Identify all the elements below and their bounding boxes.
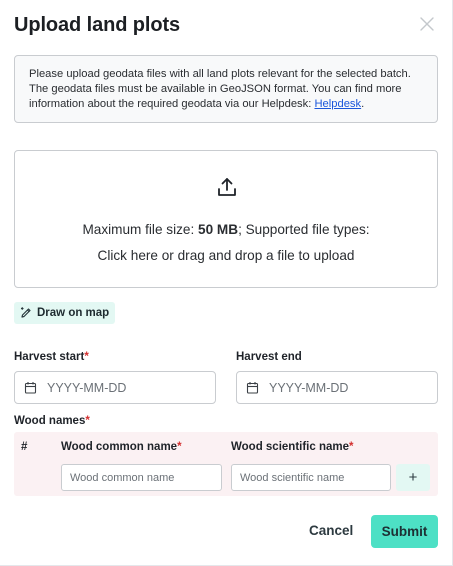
file-dropzone[interactable]: Maximum file size: 50 MB; Supported file… xyxy=(14,150,438,288)
file-requirements: Maximum file size: 50 MB; Supported file… xyxy=(82,222,370,237)
modal-title: Upload land plots xyxy=(14,14,181,36)
info-box: Please upload geodata files with all lan… xyxy=(14,55,438,123)
wood-names-label: Wood names* xyxy=(14,415,90,427)
harvest-end-input[interactable]: YYYY-MM-DD xyxy=(236,371,438,404)
column-index-header: # xyxy=(21,441,28,453)
wood-common-name-input[interactable]: Wood common name xyxy=(61,464,222,491)
column-common-name-header: Wood common name* xyxy=(61,441,182,453)
wood-scientific-name-input[interactable]: Wood scientific name xyxy=(231,464,391,491)
harvest-end-placeholder: YYYY-MM-DD xyxy=(269,380,349,395)
add-wood-name-button[interactable]: + xyxy=(396,464,430,491)
harvest-end-label: Harvest end xyxy=(236,351,302,363)
harvest-start-input[interactable]: YYYY-MM-DD xyxy=(14,371,216,404)
draw-on-map-button[interactable]: Draw on map xyxy=(14,302,116,324)
calendar-icon xyxy=(246,381,259,394)
upload-land-plots-modal: Upload land plots Please upload geodata … xyxy=(0,0,453,566)
wood-common-name-placeholder: Wood common name xyxy=(70,471,175,484)
helpdesk-link[interactable]: Helpdesk xyxy=(314,98,361,110)
close-icon[interactable] xyxy=(418,15,436,33)
wood-names-table: # Wood common name* Wood scientific name… xyxy=(14,432,438,496)
dropzone-instruction: Click here or drag and drop a file to up… xyxy=(97,248,355,263)
upload-icon xyxy=(216,176,238,198)
calendar-icon xyxy=(24,381,37,394)
pencil-icon xyxy=(20,307,32,319)
harvest-start-placeholder: YYYY-MM-DD xyxy=(47,380,127,395)
draw-on-map-label: Draw on map xyxy=(37,307,110,319)
max-size-value: 50 MB xyxy=(198,222,239,237)
cancel-button[interactable]: Cancel xyxy=(309,523,353,538)
harvest-start-label: Harvest start* xyxy=(14,351,89,363)
info-text-end: . xyxy=(361,98,365,110)
wood-scientific-name-placeholder: Wood scientific name xyxy=(240,471,345,484)
column-scientific-name-header: Wood scientific name* xyxy=(231,441,354,453)
submit-button[interactable]: Submit xyxy=(371,515,438,548)
plus-icon: + xyxy=(408,469,418,486)
